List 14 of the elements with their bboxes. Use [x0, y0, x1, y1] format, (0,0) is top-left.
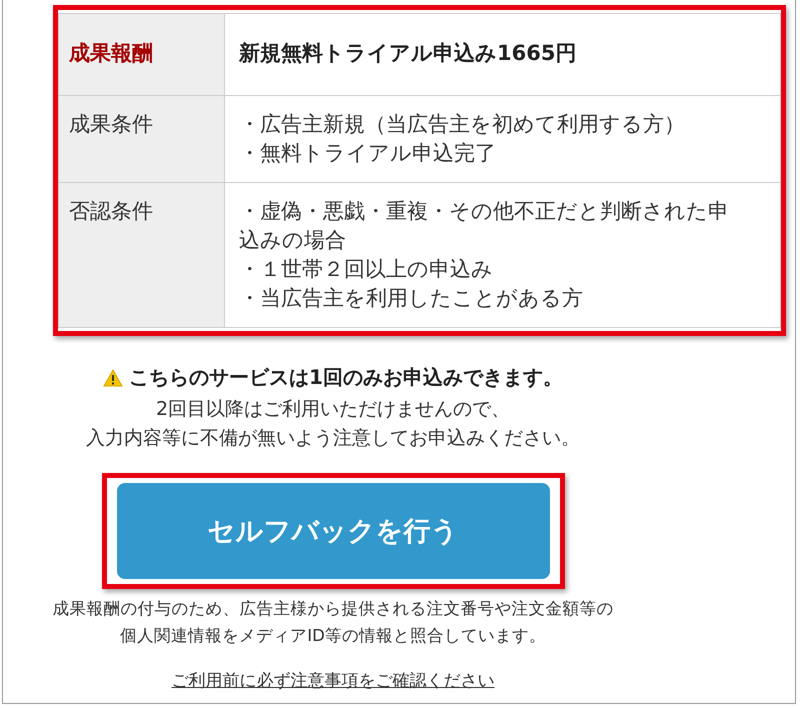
- notice-text: 2回目以降はご利用いただけませんので、 入力内容等に不備が無いよう注意してお申込みください。: [85, 397, 581, 451]
- condition-line: ・１世帯２回以上の申込み: [239, 256, 494, 283]
- label-cell: 成果報酬: [58, 14, 224, 96]
- reward-amount: 新規無料トライアル申込み1665円: [239, 40, 578, 67]
- label-cell: 成果条件: [58, 96, 224, 182]
- condition-line: ・無料トライアル申込完了: [239, 140, 497, 167]
- notice-title: こちらのサービスは1回のみお申込みできます。: [129, 364, 563, 391]
- warning-icon: [103, 368, 124, 386]
- disclosure-text: 成果報酬の付与のため、広告主様から提供される注文番号や注文金額等の 個人関連情報をメディアID等の情報と照合しています。: [52, 598, 614, 647]
- condition-line: ・虚偽・悪戯・重複・その他不正だと判断された申込みの場合: [239, 198, 730, 254]
- label-cell: 否認条件: [58, 182, 224, 328]
- condition-line: ・広告主新規（当広告主を初めて利用する方）: [239, 111, 686, 138]
- condition-line: ・当広告主を利用したことがある方: [239, 285, 584, 312]
- notes-link[interactable]: ご利用前に必ず注意事項をご確認ください: [172, 669, 494, 692]
